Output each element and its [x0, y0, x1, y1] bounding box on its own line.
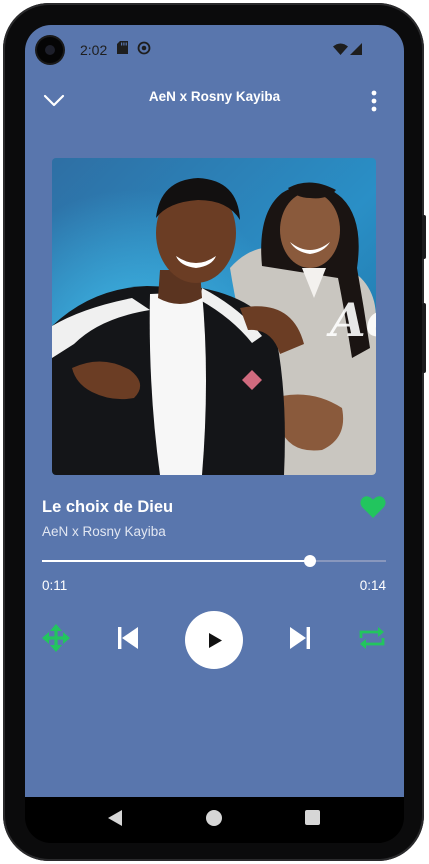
more-options-button[interactable]: [354, 85, 394, 121]
shuffle-arrows-icon: [41, 623, 71, 658]
sd-card-icon: [117, 41, 128, 59]
front-camera: [37, 37, 63, 63]
nav-recents-button[interactable]: [299, 807, 325, 833]
play-button[interactable]: [185, 611, 243, 669]
play-icon: [209, 632, 222, 648]
volume-button: [422, 303, 426, 373]
chevron-down-icon: [43, 94, 65, 113]
more-vertical-icon: [371, 90, 377, 117]
status-time: 2:02: [80, 42, 108, 58]
wifi-icon: [333, 42, 348, 60]
nav-home-button[interactable]: [201, 807, 227, 833]
track-artist[interactable]: AeN x Rosny Kayiba: [42, 524, 166, 539]
nav-back-button[interactable]: [102, 807, 128, 833]
next-button[interactable]: [285, 625, 315, 655]
album-artwork: Ae: [52, 158, 376, 475]
data-saver-icon: [137, 41, 151, 60]
track-title: Le choix de Dieu: [42, 498, 174, 516]
seek-bar-progress: [42, 560, 311, 562]
skip-previous-icon: [118, 626, 138, 654]
heart-icon: [360, 496, 386, 523]
previous-button[interactable]: [113, 625, 143, 655]
collapse-player-button[interactable]: [34, 85, 74, 121]
header-title: AeN x Rosny Kayiba: [148, 89, 281, 104]
power-button: [422, 215, 426, 259]
artwork-logo-text: Ae: [326, 293, 376, 347]
status-bar: 2:02: [25, 25, 404, 73]
system-nav-bar: [25, 797, 404, 843]
total-duration: 0:14: [359, 578, 386, 593]
skip-next-icon: [290, 626, 310, 654]
player-screen: 2:02 AeN x Rosny Kayiba A Le choix de Di…: [25, 25, 404, 797]
home-circle-icon: [206, 809, 222, 831]
back-triangle-icon: [108, 809, 122, 831]
repeat-icon: [358, 625, 386, 656]
seek-bar[interactable]: [42, 555, 386, 567]
seek-bar-thumb[interactable]: [304, 555, 317, 567]
like-button[interactable]: [360, 495, 388, 521]
shuffle-button[interactable]: [39, 623, 73, 657]
current-time: 0:11: [42, 578, 68, 593]
cellular-signal-icon: [350, 42, 362, 60]
recents-square-icon: [304, 810, 320, 830]
repeat-button[interactable]: [355, 625, 389, 655]
